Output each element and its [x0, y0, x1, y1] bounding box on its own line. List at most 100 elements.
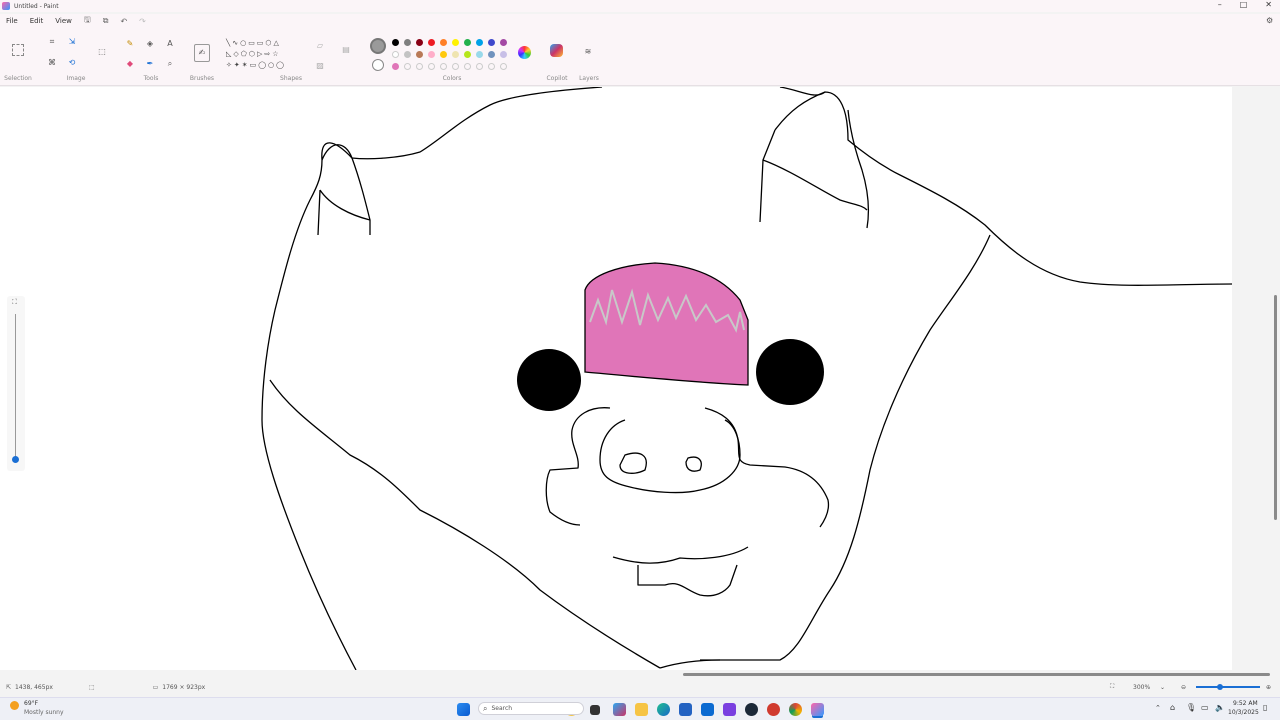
selection-icon[interactable] — [12, 44, 24, 56]
fill-icon[interactable]: ◈ — [144, 38, 156, 50]
color-swatch[interactable] — [416, 51, 423, 58]
shapes-gallery[interactable]: ╲∿○▭▭⬡△ ◺◇⬠⬡▷⇨☆ ✧✦✶▭◯○◯ — [226, 38, 306, 74]
taskbar-search[interactable]: ⌕ Search — [478, 702, 584, 715]
brush-icon[interactable]: ✍ — [194, 44, 210, 62]
empty-color-slot[interactable] — [440, 63, 447, 70]
settings-icon[interactable]: ⚙ — [1266, 16, 1273, 25]
color-swatch[interactable] — [440, 51, 447, 58]
tray-chevron-icon[interactable]: ⌃ — [1155, 704, 1161, 712]
zoom-out-icon[interactable]: ⊖ — [1181, 684, 1186, 691]
select-all-icon[interactable]: ⬚ — [96, 46, 108, 58]
notification-icon[interactable]: ▯ — [1263, 703, 1267, 712]
empty-color-slot[interactable] — [500, 63, 507, 70]
save-icon[interactable]: 🖫 — [84, 14, 91, 28]
display-icon[interactable]: ▭ — [1201, 703, 1209, 712]
image-select-icon[interactable]: ⌘ — [46, 57, 58, 69]
color-swatch[interactable] — [428, 39, 435, 46]
horizontal-scroll-thumb[interactable] — [683, 673, 1270, 676]
drawing-canvas[interactable] — [0, 86, 1233, 671]
color-swatch[interactable] — [392, 51, 399, 58]
clock-time[interactable]: 9:52 AM — [1233, 700, 1258, 707]
text-icon[interactable]: A — [164, 38, 176, 50]
menu-edit[interactable]: Edit — [30, 17, 44, 25]
file-explorer-icon[interactable] — [635, 703, 648, 716]
empty-color-slot[interactable] — [464, 63, 471, 70]
chin-line — [659, 659, 721, 669]
chrome-icon[interactable] — [789, 703, 802, 716]
vertical-scrollbar[interactable] — [1271, 87, 1280, 670]
layers-icon[interactable]: ≋ — [582, 46, 594, 58]
color-swatch[interactable] — [476, 51, 483, 58]
color-swatch[interactable] — [452, 39, 459, 46]
secondary-color-swatch[interactable] — [372, 59, 384, 71]
clock-date[interactable]: 10/3/2025 — [1228, 709, 1259, 716]
edit-colors-icon[interactable] — [518, 46, 531, 59]
crop-icon[interactable]: ⌗ — [46, 36, 58, 48]
color-swatch[interactable] — [464, 39, 471, 46]
menu-view[interactable]: View — [55, 17, 72, 25]
twitch-icon[interactable] — [723, 703, 736, 716]
zoom-slider[interactable] — [1196, 686, 1260, 688]
color-swatch[interactable] — [404, 39, 411, 46]
steam-icon[interactable] — [745, 703, 758, 716]
rotate-icon[interactable]: ⟲ — [66, 57, 78, 69]
resize-icon[interactable]: ⇲ — [66, 36, 78, 48]
start-icon[interactable] — [457, 703, 470, 716]
zoom-slider-knob[interactable] — [1217, 684, 1223, 690]
primary-color-swatch[interactable] — [370, 38, 386, 54]
game-icon[interactable] — [767, 703, 780, 716]
color-swatch[interactable] — [392, 39, 399, 46]
store-icon[interactable] — [679, 703, 692, 716]
minimize-button[interactable]: – — [1218, 0, 1222, 9]
outline-icon[interactable]: ▱ — [314, 40, 326, 52]
empty-color-slot[interactable] — [452, 63, 459, 70]
color-swatch[interactable] — [488, 39, 495, 46]
task-view-icon[interactable] — [590, 705, 600, 715]
copilot-icon[interactable] — [550, 44, 563, 57]
network-icon[interactable]: ⌂ — [1170, 703, 1175, 712]
empty-color-slot[interactable] — [488, 63, 495, 70]
empty-color-slot[interactable] — [416, 63, 423, 70]
volume-icon[interactable]: 🔈 — [1215, 703, 1225, 712]
paint-taskbar-icon[interactable] — [811, 703, 824, 716]
color-swatch[interactable] — [440, 39, 447, 46]
pencil-icon[interactable]: ✎ — [124, 38, 136, 50]
zoom-dropdown-icon[interactable]: ⌄ — [1160, 684, 1165, 691]
color-swatch[interactable] — [488, 51, 495, 58]
color-swatch[interactable] — [476, 39, 483, 46]
zoom-level[interactable]: 300% — [1133, 684, 1150, 691]
color-swatch[interactable] — [428, 51, 435, 58]
copilot-app-icon[interactable] — [613, 703, 626, 716]
eraser-icon[interactable]: ◆ — [124, 58, 136, 70]
edge-icon[interactable] — [657, 703, 670, 716]
empty-color-slot[interactable] — [476, 63, 483, 70]
color-swatch[interactable] — [500, 39, 507, 46]
menu-file[interactable]: File — [6, 17, 18, 25]
custom-color-swatch[interactable] — [392, 63, 399, 70]
color-picker-icon[interactable]: ✒ — [144, 58, 156, 70]
share-icon[interactable]: ⧉ — [103, 16, 109, 26]
vertical-scroll-thumb[interactable] — [1274, 295, 1277, 520]
fill-style-icon[interactable]: ▨ — [314, 60, 326, 72]
fit-screen-icon[interactable]: ⛶ — [1110, 683, 1114, 691]
color-swatch[interactable] — [500, 51, 507, 58]
shape-size-icon[interactable]: ▤ — [340, 44, 352, 56]
redo-icon[interactable]: ↷ — [139, 17, 146, 26]
maximize-button[interactable]: □ — [1240, 0, 1248, 9]
undo-icon[interactable]: ↶ — [120, 17, 127, 26]
empty-color-slot[interactable] — [428, 63, 435, 70]
close-button[interactable]: ✕ — [1265, 0, 1272, 9]
magnifier-icon[interactable]: ⌕ — [164, 58, 176, 70]
color-swatch[interactable] — [452, 51, 459, 58]
horizontal-scrollbar[interactable] — [0, 670, 1271, 678]
empty-color-slot[interactable] — [404, 63, 411, 70]
zoom-track[interactable] — [15, 314, 16, 460]
color-swatch[interactable] — [404, 51, 411, 58]
zoom-knob[interactable] — [12, 456, 19, 463]
color-swatch[interactable] — [416, 39, 423, 46]
outlook-icon[interactable] — [701, 703, 714, 716]
color-swatch[interactable] — [464, 51, 471, 58]
mic-icon[interactable]: 🎙 — [1186, 703, 1196, 712]
weather-icon[interactable] — [10, 701, 19, 710]
zoom-in-icon[interactable]: ⊕ — [1266, 684, 1271, 691]
